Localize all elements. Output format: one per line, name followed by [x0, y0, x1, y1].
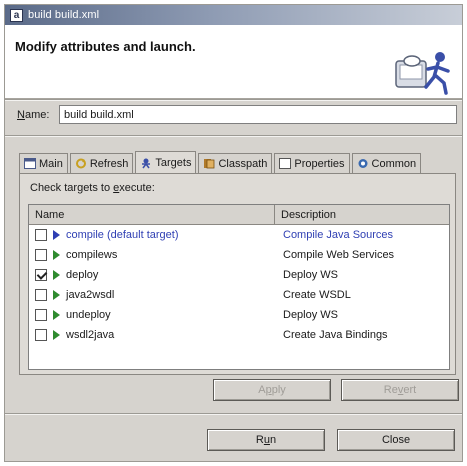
targets-table[interactable]: Name Description compile (default target… — [28, 204, 450, 370]
target-name-cell: compile (default target) — [29, 229, 275, 241]
table-row[interactable]: java2wsdl Create WSDL — [29, 285, 449, 305]
target-description: Deploy WS — [283, 309, 339, 321]
app-icon: a — [10, 8, 23, 22]
target-icon — [53, 270, 60, 280]
target-description: Deploy WS — [283, 269, 339, 281]
target-icon — [53, 290, 60, 300]
refresh-icon — [75, 158, 86, 169]
target-name-cell: compilews — [29, 249, 275, 261]
classpath-icon — [204, 159, 215, 169]
ant-runner-icon — [395, 52, 450, 95]
tab-label: Common — [371, 157, 417, 170]
properties-icon — [279, 158, 292, 169]
target-checkbox[interactable] — [35, 249, 47, 261]
tab-label: Refresh — [89, 157, 129, 170]
tab-bar: Main Refresh Targets Classpath Propertie… — [19, 151, 423, 174]
name-label: Name: — [17, 109, 50, 121]
target-name: compile (default target) — [66, 229, 179, 241]
table-row[interactable]: compile (default target) Compile Java So… — [29, 225, 449, 245]
run-button[interactable]: Run — [207, 429, 325, 451]
button-separator — [5, 413, 462, 415]
common-icon — [358, 159, 368, 168]
target-icon — [53, 330, 60, 340]
tab-label: Properties — [294, 157, 345, 170]
tab-properties[interactable]: Properties — [274, 153, 350, 173]
tab-refresh[interactable]: Refresh — [69, 153, 134, 173]
title-bar[interactable]: a build build.xml — [5, 5, 462, 25]
window-title: build build.xml — [28, 9, 100, 21]
default-target-icon — [53, 230, 60, 240]
target-description: Compile Java Sources — [283, 229, 394, 241]
target-description: Compile Web Services — [283, 249, 395, 261]
tab-targets[interactable]: Targets — [135, 151, 197, 174]
tab-label: Main — [39, 157, 63, 170]
tab-classpath[interactable]: Classpath — [198, 153, 273, 173]
target-name-cell: java2wsdl — [29, 289, 275, 301]
apply-button[interactable]: Ap ply — [213, 379, 331, 401]
close-button[interactable]: Close — [337, 429, 455, 451]
targets-icon — [142, 158, 151, 168]
name-separator — [5, 135, 462, 137]
target-name: undeploy — [66, 309, 111, 321]
column-header-description[interactable]: Description — [275, 205, 449, 224]
target-icon — [53, 250, 60, 260]
target-name-cell: undeploy — [29, 309, 275, 321]
target-name: deploy — [66, 269, 99, 281]
main-tab-icon — [24, 158, 36, 169]
target-description: Create WSDL — [283, 289, 351, 301]
targets-panel: Check targets to execute: Name Descripti… — [19, 173, 456, 375]
revert-button[interactable]: Re v ert — [341, 379, 459, 401]
target-name: java2wsdl — [66, 289, 115, 301]
table-row[interactable]: undeploy Deploy WS — [29, 305, 449, 325]
tab-common[interactable]: Common — [351, 153, 422, 173]
banner-separator — [5, 99, 462, 101]
name-field[interactable] — [59, 105, 457, 124]
table-row[interactable]: compilews Compile Web Services — [29, 245, 449, 265]
check-targets-label: Check targets to execute: — [30, 182, 155, 194]
target-checkbox[interactable] — [35, 269, 47, 281]
target-icon — [53, 310, 60, 320]
target-checkbox[interactable] — [35, 309, 47, 321]
tab-main[interactable]: Main — [19, 153, 68, 173]
target-name: compilews — [66, 249, 118, 261]
target-name: wsdl2java — [66, 329, 115, 341]
target-checkbox[interactable] — [35, 229, 47, 241]
banner-title: Modify attributes and launch. — [15, 39, 196, 54]
target-description: Create Java Bindings — [283, 329, 388, 341]
tab-label: Classpath — [218, 157, 268, 170]
launch-configuration-dialog: a build build.xml Modify attributes and … — [4, 4, 463, 462]
table-row[interactable]: wsdl2java Create Java Bindings — [29, 325, 449, 345]
target-checkbox[interactable] — [35, 289, 47, 301]
table-header: Name Description — [29, 205, 449, 225]
target-name-cell: deploy — [29, 269, 275, 281]
target-checkbox[interactable] — [35, 329, 47, 341]
dialog-banner: Modify attributes and launch. — [5, 25, 462, 99]
target-name-cell: wsdl2java — [29, 329, 275, 341]
column-header-name[interactable]: Name — [29, 205, 275, 224]
table-row[interactable]: deploy Deploy WS — [29, 265, 449, 285]
tab-label: Targets — [155, 157, 192, 169]
